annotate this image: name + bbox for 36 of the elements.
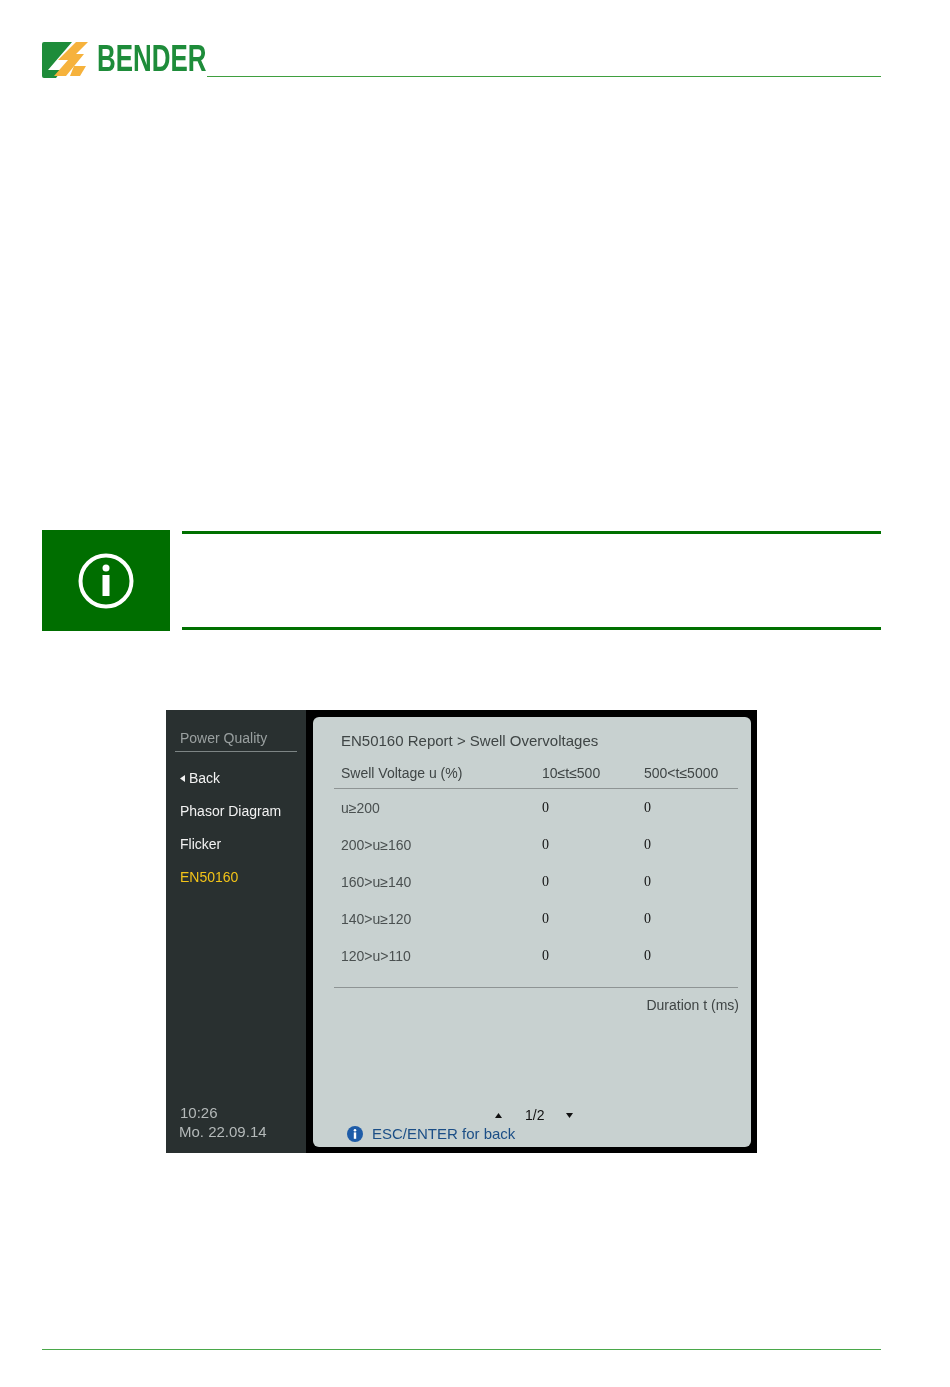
info-icon [347,1126,363,1142]
breadcrumb: EN50160 Report > Swell Overvoltages [341,732,599,750]
axis-label: Duration t (ms) [646,996,739,1014]
hint-text: ESC/ENTER for back [372,1125,516,1143]
row-label: 140>u≥120 [341,911,412,927]
menu-item[interactable]: Phasor Diagram [180,795,282,828]
page-indicator: 1/2 [525,1107,545,1123]
row-label: 200>u≥160 [341,837,412,853]
sidebar-title: Power Quality [180,729,268,747]
table-cell: 0 [542,948,549,963]
table-cell: 0 [542,800,549,815]
down-arrow-icon[interactable] [566,1112,574,1118]
clock-time: 10:26 [180,1103,218,1122]
logo-text: BENDER [97,39,207,79]
table-cell: 0 [644,948,651,963]
table-cell: 0 [644,800,651,815]
menu-item[interactable]: Back [180,762,221,795]
column-header: 10≤t≤500 [542,765,601,781]
up-arrow-icon[interactable] [495,1112,502,1118]
column-header: 500<t≤5000 [644,765,719,781]
table-cell: 0 [542,837,549,852]
menu-item[interactable]: EN50160 [180,861,239,894]
table-cell: 0 [644,911,651,926]
table-cell: 0 [644,874,651,889]
table-cell: 0 [542,874,549,889]
column-header: Swell Voltage u (%) [341,765,463,781]
table-cell: 0 [542,911,549,926]
caret-icon [180,775,185,782]
row-label: 160>u≥140 [341,874,412,890]
row-label: 120>u>110 [341,948,411,964]
menu-item[interactable]: Flicker [180,828,222,861]
table-cell: 0 [644,837,651,852]
date-text: Mo. 22.09.14 [179,1122,267,1141]
row-label: u≥200 [341,800,380,816]
info-icon [78,552,134,609]
logo-icon [42,42,90,78]
